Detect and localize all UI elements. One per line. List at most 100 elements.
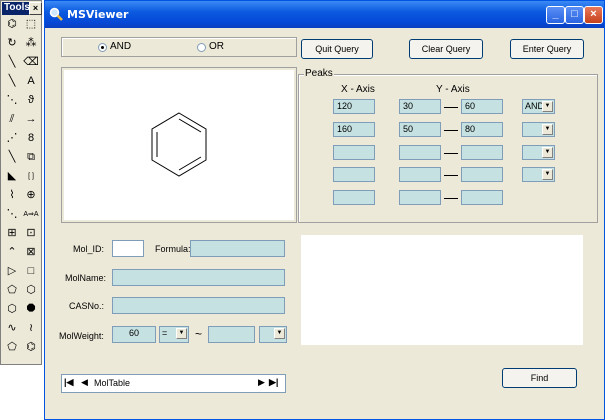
pentagon-icon[interactable]: ⬠ <box>4 282 20 298</box>
benzene-icon[interactable]: ⌬ <box>23 339 39 355</box>
peak-x-field[interactable] <box>333 145 375 160</box>
app-magnifier-icon <box>49 7 63 21</box>
range-dash <box>444 107 458 108</box>
bracket-icon[interactable]: [ ] <box>23 168 39 184</box>
chevron-down-icon[interactable]: ▼ <box>542 101 553 112</box>
grid-icon[interactable]: ⊞ <box>4 225 20 241</box>
result-pane[interactable] <box>301 235 583 345</box>
peak-op-combo[interactable]: ▼ <box>522 145 555 160</box>
and-label: AND <box>110 41 132 52</box>
heptagon-icon[interactable]: ⬡ <box>4 301 20 317</box>
maximize-button[interactable]: □ <box>565 6 584 24</box>
casno-field[interactable] <box>112 297 285 314</box>
prev-record-icon[interactable]: ◀ <box>81 377 88 388</box>
template-icon[interactable]: ⊡ <box>23 225 39 241</box>
molweight-max-field[interactable] <box>208 326 255 343</box>
peak-y-max-field[interactable] <box>461 190 503 205</box>
dashed-bond-icon[interactable]: ⋱ <box>4 92 20 108</box>
square-icon[interactable]: □ <box>23 263 39 279</box>
wavy-bond-icon[interactable]: ⌇ <box>4 187 20 203</box>
find-button[interactable]: Find <box>502 368 577 388</box>
atom-map-icon[interactable]: A⇒A <box>23 206 39 222</box>
molweight-field[interactable]: 60 <box>112 326 156 343</box>
single-bond-icon[interactable]: ╲ <box>4 73 20 89</box>
structure-frame <box>61 67 297 223</box>
peak-op-combo[interactable]: ▼ <box>522 167 555 182</box>
wedge-bond-icon[interactable]: ◣ <box>4 168 20 184</box>
record-navigator: |◀ ◀ MolTable ▶ ▶| <box>61 374 286 393</box>
peak-y-max-field[interactable] <box>461 145 503 160</box>
enter-query-button[interactable]: Enter Query <box>510 39 584 59</box>
orbital-icon[interactable]: ⊠ <box>23 244 39 260</box>
benzene-structure <box>151 112 207 177</box>
eraser-icon[interactable]: ⌫ <box>23 54 39 70</box>
molweight-op-combo[interactable]: = ▼ <box>159 326 189 343</box>
octagon-icon[interactable]: ⯃ <box>23 301 39 317</box>
cyclohexane-boat-icon[interactable]: ≀ <box>23 320 39 336</box>
arrow-icon[interactable]: → <box>23 111 39 127</box>
chain-bond-icon[interactable]: ⌃ <box>4 244 20 260</box>
rect-select-icon[interactable]: ⬚ <box>23 16 39 32</box>
peak-op-combo[interactable]: AND ▼ <box>522 99 555 114</box>
hashed-bond-icon[interactable]: ⫽ <box>4 111 20 127</box>
molname-field[interactable] <box>112 269 285 286</box>
chevron-down-icon[interactable]: ▼ <box>542 124 553 135</box>
pen-icon[interactable]: ╲ <box>4 54 20 70</box>
mol-id-label: Mol_ID: <box>73 244 105 254</box>
last-record-icon[interactable]: ▶| <box>269 377 278 388</box>
range-dash <box>444 175 458 176</box>
triangle-icon[interactable]: ▷ <box>4 263 20 279</box>
hashed-wedge-icon[interactable]: ⋰ <box>4 130 20 146</box>
lasso-icon[interactable]: ϑ <box>23 92 39 108</box>
peak-y-max-field[interactable] <box>461 167 503 182</box>
text-tool-icon[interactable]: A <box>23 73 39 89</box>
chevron-down-icon[interactable]: ▼ <box>274 328 285 339</box>
charge-icon[interactable]: ⊕ <box>23 187 39 203</box>
or-label: OR <box>209 41 224 52</box>
scatter-icon[interactable]: ⁂ <box>23 35 39 51</box>
peaks-label: Peaks <box>304 68 334 79</box>
box-icon[interactable]: ⧉ <box>23 149 39 165</box>
clear-query-button[interactable]: Clear Query <box>409 39 483 59</box>
cyclopentane-icon[interactable]: ⬠ <box>4 339 20 355</box>
formula-field[interactable] <box>190 240 285 257</box>
peak-x-field[interactable]: 160 <box>333 122 375 137</box>
peak-y-min-field[interactable]: 50 <box>399 122 441 137</box>
tools-close-icon[interactable]: × <box>29 2 42 15</box>
quit-query-button[interactable]: Quit Query <box>301 39 373 59</box>
dotted-bond-icon[interactable]: ⋱ <box>4 206 20 222</box>
navigator-label: MolTable <box>94 378 131 388</box>
lasso-select-icon[interactable]: ⌬ <box>4 16 20 32</box>
peak-y-min-field[interactable] <box>399 190 441 205</box>
mol-id-field[interactable] <box>112 240 144 257</box>
peak-x-field[interactable] <box>333 167 375 182</box>
rotate-icon[interactable]: ↻ <box>4 35 20 51</box>
window-titlebar[interactable]: MSViewer _ □ × <box>45 1 604 28</box>
peak-y-max-field[interactable]: 80 <box>461 122 503 137</box>
or-radio[interactable] <box>197 43 206 52</box>
structure-canvas[interactable] <box>64 70 294 220</box>
molweight-max-op-combo[interactable]: ▼ <box>259 326 287 343</box>
peak-x-field[interactable] <box>333 190 375 205</box>
next-record-icon[interactable]: ▶ <box>258 377 265 388</box>
close-button[interactable]: × <box>584 6 603 24</box>
bold-bond-icon[interactable]: ╲ <box>4 149 20 165</box>
peak-y-min-field[interactable] <box>399 145 441 160</box>
chevron-down-icon[interactable]: ▼ <box>542 147 553 158</box>
peak-x-field[interactable]: 120 <box>333 99 375 114</box>
chevron-down-icon[interactable]: ▼ <box>176 328 187 339</box>
peak-y-min-field[interactable] <box>399 167 441 182</box>
formula-label: Formula: <box>155 244 191 254</box>
peak-y-max-field[interactable]: 60 <box>461 99 503 114</box>
chevron-down-icon[interactable]: ▼ <box>542 169 553 180</box>
tools-title: Tools <box>4 2 30 13</box>
and-radio[interactable] <box>98 43 107 52</box>
molweight-label: MolWeight: <box>59 331 104 341</box>
peak-op-combo[interactable]: ▼ <box>522 122 555 137</box>
hexagon-icon[interactable]: ⬡ <box>23 282 39 298</box>
minimize-button[interactable]: _ <box>546 6 565 24</box>
first-record-icon[interactable]: |◀ <box>64 377 73 388</box>
cyclohexane-chair-icon[interactable]: ∿ <box>4 320 20 336</box>
peak-y-min-field[interactable]: 30 <box>399 99 441 114</box>
chain-icon[interactable]: 8 <box>23 130 39 146</box>
